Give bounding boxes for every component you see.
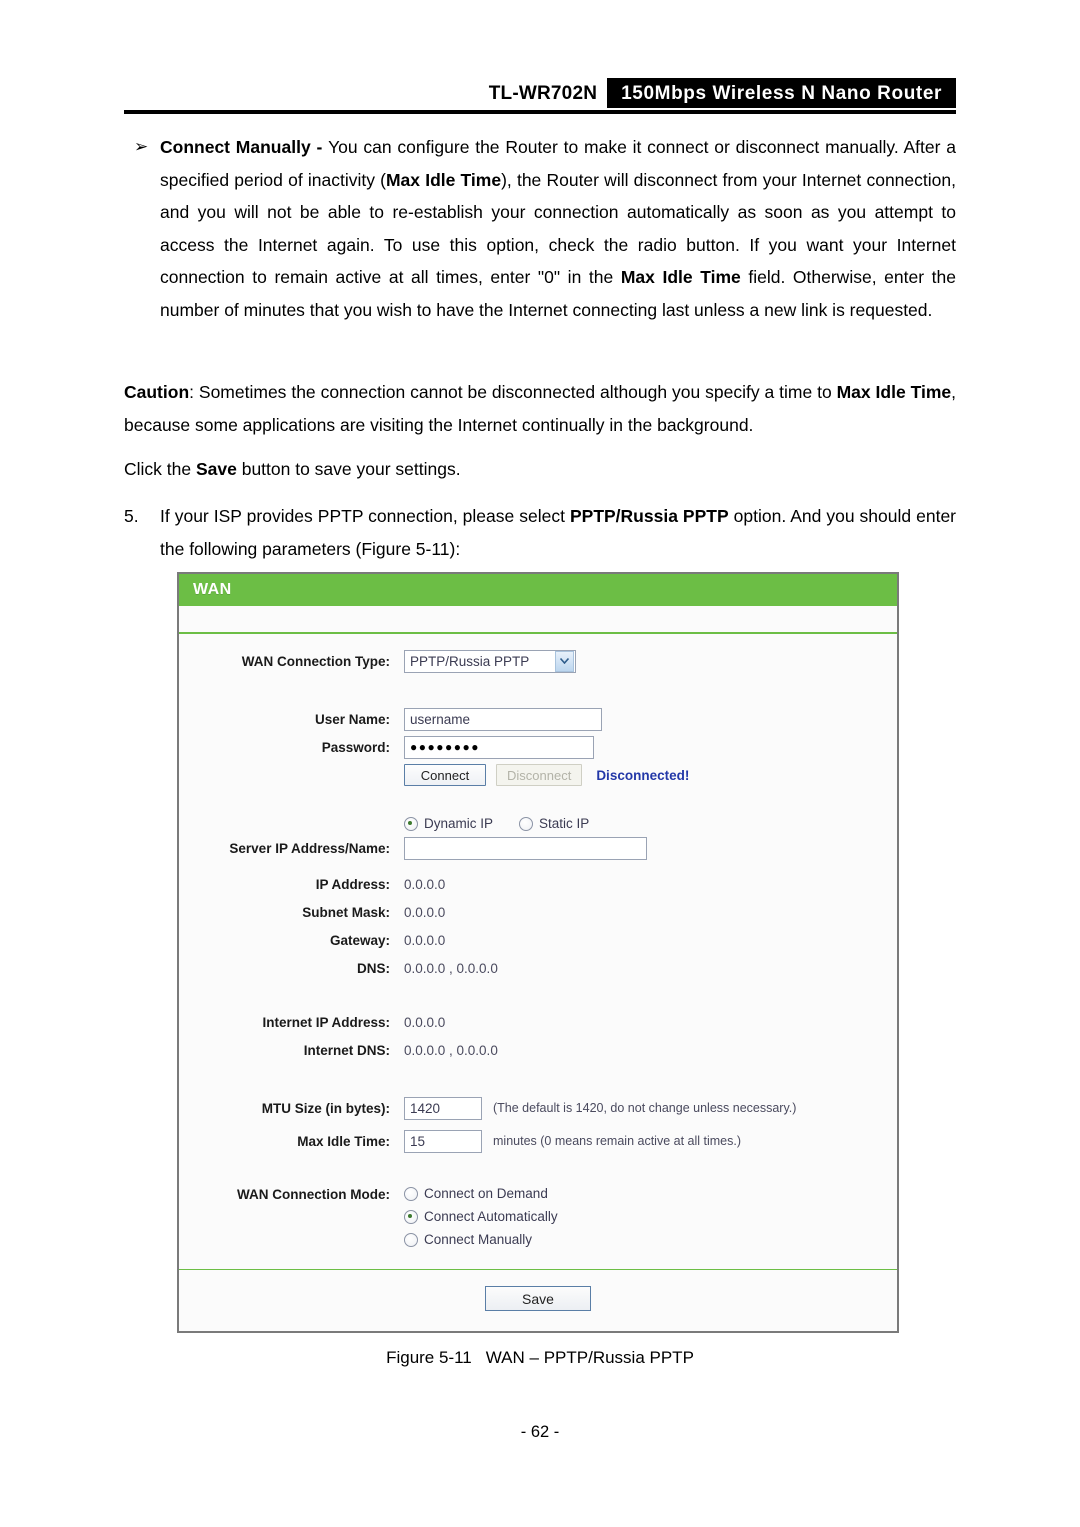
max-idle-time-hint: minutes (0 means remain active at all ti… [493, 1134, 742, 1148]
label-internet-dns: Internet DNS: [303, 1042, 390, 1058]
wan-settings-panel: WAN WAN Connection Type: PPTP/Russia PPT… [177, 572, 899, 1333]
radio-connect-on-demand-label: Connect on Demand [424, 1186, 548, 1201]
ip-mode-radio-group: Dynamic IP Static IP [179, 816, 897, 831]
radio-dynamic-ip-label: Dynamic IP [424, 816, 494, 831]
figure-caption: Figure 5-11 WAN – PPTP/Russia PPTP [0, 1348, 1080, 1368]
wan-panel-title: WAN [193, 581, 232, 598]
bullet-bold-1: Max Idle Time [385, 169, 502, 190]
caution-label: Caution [124, 382, 190, 402]
radio-static-ip-dot[interactable] [519, 816, 534, 831]
user-name-input[interactable]: username [404, 707, 602, 731]
label-internet-ip-address: Internet IP Address: [262, 1014, 390, 1030]
label-server-ip: Server IP Address/Name: [229, 840, 390, 856]
header-rule [124, 110, 956, 114]
step-bold-1: PPTP/Russia PPTP [569, 506, 729, 526]
label-subnet-mask: Subnet Mask: [302, 904, 390, 920]
row-dns: DNS: 0.0.0.0 , 0.0.0.0 [179, 955, 897, 981]
row-server-ip: Server IP Address/Name: [179, 835, 897, 861]
radio-connect-manually[interactable]: Connect Manually [404, 1232, 558, 1247]
value-ip-address: 0.0.0.0 [404, 876, 446, 892]
wan-panel-titlebar: WAN [179, 574, 897, 606]
chevron-down-icon[interactable] [555, 650, 574, 672]
connect-button[interactable]: Connect [404, 764, 486, 786]
figure-number: Figure 5-11 [386, 1348, 472, 1367]
running-header: TL-WR702N 150Mbps Wireless N Nano Router [124, 78, 956, 110]
step-body-1: If your ISP provides PPTP connection, pl… [160, 506, 570, 526]
row-wan-connection-type: WAN Connection Type: PPTP/Russia PPTP [179, 648, 897, 674]
password-input[interactable]: ●●●●●●●● [404, 735, 594, 759]
radio-static-ip[interactable]: Static IP [519, 816, 589, 831]
value-gateway: 0.0.0.0 [404, 932, 446, 948]
save-line-bold: Save [195, 459, 237, 479]
bullet-text: Connect Manually - You can configure the… [160, 131, 956, 326]
document-page: TL-WR702N 150Mbps Wireless N Nano Router… [0, 0, 1080, 1527]
value-internet-ip-address: 0.0.0.0 [404, 1014, 446, 1030]
save-line-2: button to save your settings. [236, 459, 461, 479]
value-subnet-mask: 0.0.0.0 [404, 904, 446, 920]
radio-connect-on-demand[interactable]: Connect on Demand [404, 1186, 558, 1201]
mtu-size-hint: (The default is 1420, do not change unle… [493, 1101, 797, 1115]
wan-connection-mode-radio-group: Connect on Demand Connect Automatically … [404, 1186, 558, 1247]
radio-connect-on-demand-dot[interactable] [404, 1186, 418, 1201]
row-ip-address: IP Address: 0.0.0.0 [179, 871, 897, 897]
label-gateway: Gateway: [329, 932, 390, 948]
server-ip-input[interactable] [404, 836, 647, 860]
bullet-paragraph: ➢ Connect Manually - You can configure t… [124, 131, 956, 326]
radio-connect-manually-label: Connect Manually [424, 1232, 533, 1247]
value-internet-dns: 0.0.0.0 , 0.0.0.0 [404, 1042, 498, 1058]
caution-bold-1: Max Idle Time [836, 382, 952, 402]
wan-connection-type-select[interactable]: PPTP/Russia PPTP [404, 649, 576, 673]
save-area: Save [179, 1270, 897, 1331]
wan-form: WAN Connection Type: PPTP/Russia PPTP Us… [179, 634, 897, 1331]
page-number: - 62 - [520, 1423, 560, 1441]
row-internet-ip-address: Internet IP Address: 0.0.0.0 [179, 1009, 897, 1035]
radio-dynamic-ip-dot[interactable] [404, 816, 418, 831]
caution-body-1: : Sometimes the connection cannot be dis… [189, 382, 837, 402]
radio-connect-automatically[interactable]: Connect Automatically [404, 1209, 558, 1224]
save-button[interactable]: Save [485, 1286, 591, 1311]
mtu-size-input[interactable]: 1420 [404, 1096, 482, 1120]
row-connect-buttons: Connect Disconnect Disconnected! [179, 762, 897, 788]
value-dns: 0.0.0.0 , 0.0.0.0 [404, 960, 498, 976]
label-password: Password: [321, 739, 390, 755]
figure-caption-text: WAN – PPTP/Russia PPTP [485, 1348, 694, 1367]
wan-connection-type-value: PPTP/Russia PPTP [410, 653, 530, 669]
step-number: 5. [124, 506, 139, 526]
label-user-name: User Name: [314, 711, 390, 727]
model-name: TL-WR702N [478, 78, 608, 108]
caution-paragraph: Caution: Sometimes the connection cannot… [124, 376, 956, 441]
row-wan-connection-mode: WAN Connection Mode: Connect on Demand C… [179, 1186, 897, 1247]
wan-panel-subbar [179, 606, 897, 634]
bullet-bold-2: Max Idle Time [620, 267, 741, 287]
row-internet-dns: Internet DNS: 0.0.0.0 , 0.0.0.0 [179, 1037, 897, 1063]
disconnect-button: Disconnect [496, 764, 583, 786]
label-wan-connection-type: WAN Connection Type: [241, 653, 390, 669]
max-idle-time-input[interactable]: 15 [404, 1129, 482, 1153]
radio-connect-automatically-dot[interactable] [404, 1209, 418, 1224]
row-mtu-size: MTU Size (in bytes): 1420 (The default i… [179, 1095, 897, 1121]
save-line-1: Click the [124, 459, 196, 479]
connection-status-text: Disconnected! [596, 767, 690, 783]
numbered-step: 5. If your ISP provides PPTP connection,… [124, 500, 956, 565]
row-subnet-mask: Subnet Mask: 0.0.0.0 [179, 899, 897, 925]
radio-connect-automatically-label: Connect Automatically [424, 1209, 558, 1224]
row-max-idle-time: Max Idle Time: 15 minutes (0 means remai… [179, 1128, 897, 1154]
label-dns: DNS: [357, 960, 390, 976]
bullet-title: Connect Manually - [160, 137, 329, 157]
label-max-idle-time: Max Idle Time: [297, 1133, 390, 1149]
row-gateway: Gateway: 0.0.0.0 [179, 927, 897, 953]
radio-dynamic-ip[interactable]: Dynamic IP [404, 816, 493, 831]
row-user-name: User Name: username [179, 706, 897, 732]
radio-connect-manually-dot[interactable] [404, 1232, 418, 1247]
product-name: 150Mbps Wireless N Nano Router [607, 78, 956, 108]
save-instruction: Click the Save button to save your setti… [124, 453, 956, 486]
row-password: Password: ●●●●●●●● [179, 734, 897, 760]
step-text: If your ISP provides PPTP connection, pl… [160, 500, 956, 565]
bullet-marker-icon: ➢ [134, 137, 149, 156]
label-wan-connection-mode: WAN Connection Mode: [237, 1187, 390, 1202]
label-mtu-size: MTU Size (in bytes): [261, 1100, 390, 1116]
radio-static-ip-label: Static IP [539, 816, 590, 831]
label-ip-address: IP Address: [315, 876, 390, 892]
